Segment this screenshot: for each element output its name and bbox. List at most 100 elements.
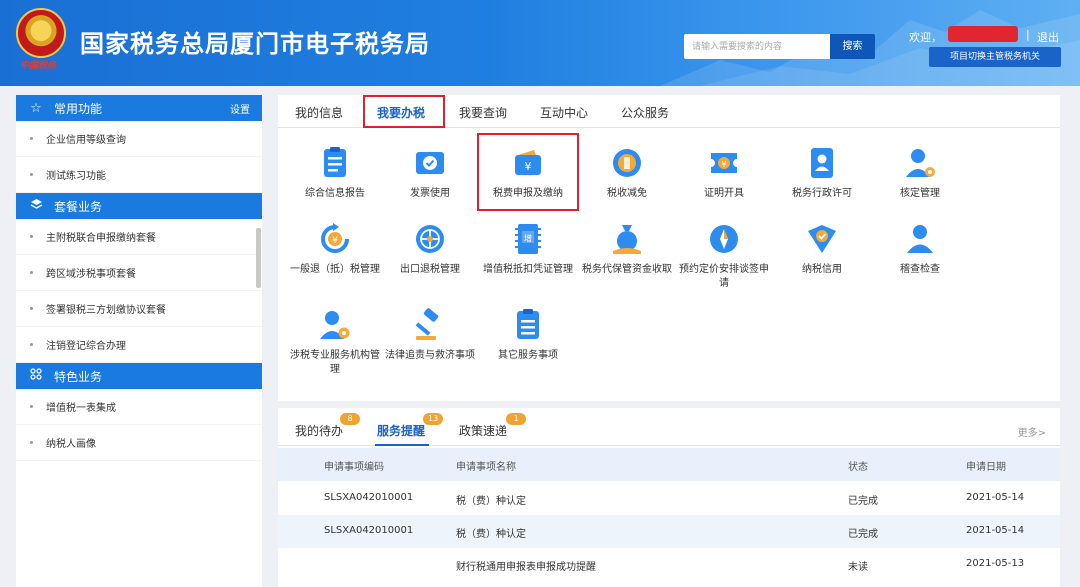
redacted-username [948,26,1018,42]
reminder-count-badge: 13 [423,413,444,425]
gavel-icon [415,308,439,340]
cell-code: SLSXA042010001 [324,525,414,536]
bullet [30,307,33,310]
search-input[interactable] [684,34,830,59]
table-row[interactable]: SLSXA042010001 税（费）种认定 已完成 2021-05-14 [278,515,1060,548]
cell-date: 2021-05-13 [966,558,1025,569]
money-bag-icon [613,225,641,254]
service-label: 纳税信用 [802,264,842,275]
user-icon [907,225,933,253]
refresh-yuan-icon: ¥ [321,223,349,253]
header-bar: 中国税务 国家税务总局厦门市电子税务局 搜索 欢迎， | 退出 项目切换主管税务… [0,0,1080,86]
sidebar-item[interactable]: 跨区域涉税事项套餐 [16,255,262,291]
service-label: 稽查检查 [900,264,940,275]
cell-status: 未读 [848,562,868,573]
sidebar-section-common[interactable]: ☆ 常用功能 设置 [16,95,262,121]
sidebar: ☆ 常用功能 设置 企业信用等级查询 测试练习功能 套餐业务 主附税联合申报缴纳… [16,95,262,587]
service-label: 涉税专业服务机构管理 [290,350,380,375]
service-certificate[interactable]: ¥ 证明开具 [676,145,772,201]
reminder-panel: 我的待办 8 服务提醒 13 政策速递 1 更多> 申请事项编码 申请事项名称 … [278,408,1060,587]
search-button[interactable]: 搜索 [830,34,875,59]
bullet [30,235,33,238]
service-export-refund[interactable]: 出口退税管理 [382,221,478,277]
user-gear-icon [906,149,935,177]
tab-public-service[interactable]: 公众服务 [621,104,669,121]
service-tax-reduction[interactable]: 税收减免 [579,145,675,201]
table-row[interactable]: 财行税通用申报表申报成功提醒 未读 2021-05-13 [278,548,1060,581]
service-tax-filing-payment[interactable]: ¥ 税费申报及缴纳 [480,145,576,201]
user-settings-icon [320,311,350,339]
service-general-info-report[interactable]: 综合信息报告 [287,145,383,201]
service-label: 综合信息报告 [305,188,365,199]
section-title: 特色业务 [54,369,103,384]
service-legal-remedy[interactable]: 法律追责与救济事项 [382,307,478,363]
tab-my-info[interactable]: 我的信息 [295,104,343,121]
service-panel: 我的信息 我要办税 我要查询 互动中心 公众服务 综合信息报告 发票使用 ¥ 税… [278,95,1060,401]
service-apa-application[interactable]: 预约定价安排谈签申请 [676,221,772,291]
sidebar-item-label: 注销登记综合办理 [46,341,126,352]
sidebar-item[interactable]: 签署银税三方划缴协议套餐 [16,291,262,327]
cell-date: 2021-05-14 [966,492,1025,503]
service-label: 发票使用 [410,188,450,199]
site-title: 国家税务总局厦门市电子税务局 [80,30,430,58]
service-other[interactable]: 其它服务事项 [480,307,576,363]
tab-policy-express[interactable]: 政策速递 [459,422,507,439]
service-vat-deduction[interactable]: 增 增值税抵扣凭证管理 [480,221,576,277]
service-tax-credit[interactable]: 纳税信用 [774,221,870,277]
coin-stack-icon [613,149,641,177]
document-list-icon [324,147,346,177]
header-separator: | [1026,28,1030,41]
sidebar-item-label: 测试练习功能 [46,171,106,182]
section-title: 常用功能 [54,101,103,116]
tax-emblem-icon [16,8,66,58]
service-general-refund[interactable]: ¥ 一般退（抵）税管理 [287,221,383,277]
svg-text:¥: ¥ [721,160,726,169]
logout-link[interactable]: 退出 [1037,29,1059,45]
service-assessment-mgmt[interactable]: 核定管理 [872,145,968,201]
sidebar-item-label: 增值税一表集成 [46,403,116,414]
invoice-check-icon [416,152,444,174]
sidebar-item[interactable]: 企业信用等级查询 [16,121,262,157]
bullet [30,271,33,274]
sidebar-item-label: 跨区域涉税事项套餐 [46,269,136,280]
service-label: 增值税抵扣凭证管理 [483,264,573,275]
sidebar-item[interactable]: 纳税人画像 [16,425,262,461]
service-inspection[interactable]: 稽查检查 [872,221,968,277]
tab-query[interactable]: 我要查询 [459,104,507,121]
service-professional-agencies[interactable]: 涉税专业服务机构管理 [287,307,383,377]
sidebar-item[interactable]: 注销登记综合办理 [16,327,262,363]
sidebar-section-package[interactable]: 套餐业务 [16,193,262,219]
active-tab-indicator [375,444,429,446]
bullet [30,405,33,408]
sidebar-section-featured[interactable]: 特色业务 [16,363,262,389]
service-label: 法律追责与救济事项 [385,350,475,361]
sidebar-item-label: 主附税联合申报缴纳套餐 [46,233,156,244]
cell-date: 2021-05-14 [966,525,1025,536]
sidebar-item-label: 企业信用等级查询 [46,135,126,146]
sidebar-scrollbar[interactable] [256,228,261,288]
more-link[interactable]: 更多> [1018,424,1046,439]
service-invoice-use[interactable]: 发票使用 [382,145,478,201]
sidebar-item[interactable]: 主附税联合申报缴纳套餐 [16,219,262,255]
sidebar-item[interactable]: 测试练习功能 [16,157,262,193]
sidebar-item[interactable]: 增值税一表集成 [16,389,262,425]
section-title: 套餐业务 [54,199,103,214]
svg-text:¥: ¥ [525,160,532,173]
service-custody-funds[interactable]: 税务代保管资金收取 [579,221,675,277]
svg-text:¥: ¥ [332,236,338,246]
col-header-name: 申请事项名称 [456,462,516,473]
tab-my-todo[interactable]: 我的待办 [295,422,343,439]
settings-link[interactable]: 设置 [230,101,250,116]
bullet [30,137,33,140]
switch-tax-authority-button[interactable]: 项目切换主管税务机关 [929,47,1061,67]
star-icon: ☆ [30,100,42,116]
grid-icon [28,368,44,384]
service-admin-permit[interactable]: 税务行政许可 [774,145,870,201]
service-label: 税费申报及缴纳 [493,188,563,199]
todo-count-badge: 8 [340,413,360,425]
emblem-caption: 中国税务 [20,61,57,71]
svg-text:增: 增 [524,233,532,243]
tab-service-reminder[interactable]: 服务提醒 [377,422,425,439]
tab-interaction[interactable]: 互动中心 [540,104,588,121]
table-row[interactable]: SLSXA042010001 税（费）种认定 已完成 2021-05-14 [278,482,1060,515]
